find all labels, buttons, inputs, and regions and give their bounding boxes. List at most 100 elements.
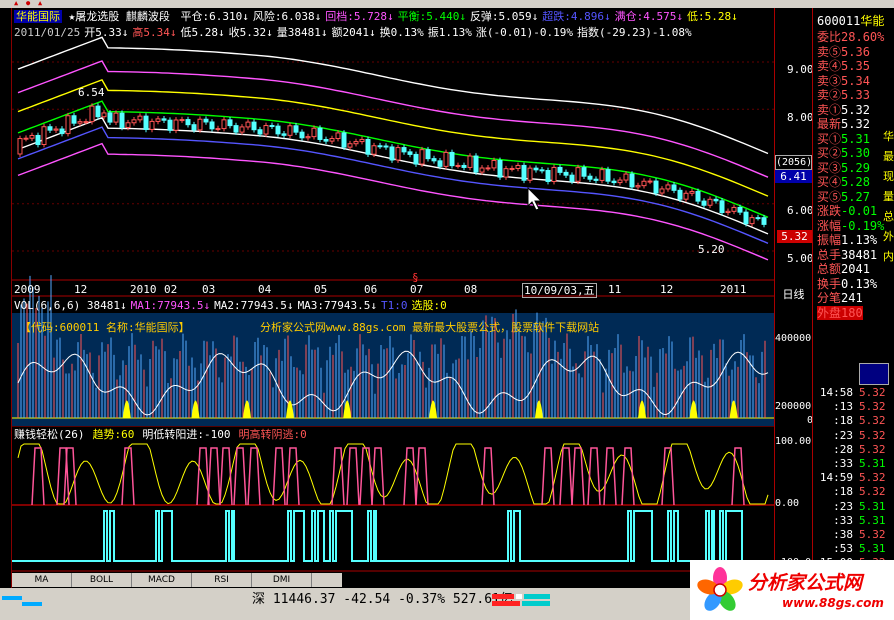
quote-row[interactable]: 换手0.13%: [817, 277, 877, 291]
tab-macd[interactable]: MACD: [132, 573, 192, 587]
quote-value: 180: [841, 305, 863, 320]
tick-row: :28 5.32: [815, 442, 885, 457]
mouse-cursor-icon: [527, 186, 543, 211]
quote-row[interactable]: 卖②5.33: [817, 88, 870, 102]
candle-body: [467, 155, 473, 168]
osc-signal-spike: [31, 447, 45, 506]
volume-legend-item: VOL(6,6,6) 38481↓: [14, 299, 127, 312]
quote-value: 5.33: [841, 88, 870, 102]
time-axis-label: 11: [608, 283, 622, 296]
current-price-tag: 5.32: [777, 230, 812, 243]
quote-row[interactable]: 总手38481: [817, 248, 877, 262]
price-axis: 9.008.006.005.007.00 (2056) 6.41 5.32 日线…: [774, 8, 817, 573]
band-line: [17, 116, 769, 235]
quote-row[interactable]: 最新5.32: [817, 117, 870, 131]
index-summary[interactable]: 深 11446.37 -42.54 -0.37% 527.61亿: [252, 592, 513, 608]
quote-row[interactable]: 买①5.31: [817, 132, 870, 146]
site-logo: 分析家公式网 www.88gs.com: [690, 560, 894, 620]
quote-label: 卖④: [817, 59, 842, 73]
candle-body: [197, 118, 203, 131]
quote-stat: 低5.28↓: [180, 26, 225, 39]
stock-name[interactable]: 华能国际: [14, 10, 62, 23]
index-value: 11446.37: [272, 592, 336, 607]
candle-body: [689, 191, 695, 194]
candle-body: [671, 184, 677, 191]
indicator-tabs: MA BOLL MACD RSI DMI: [12, 573, 342, 587]
volume-info-left: 【代码:600011 名称:华能国际】: [20, 321, 190, 334]
quote-row[interactable]: 涨幅-0.19%: [817, 219, 884, 233]
volume-legend-item: MA1:77943.5↓: [130, 299, 211, 312]
quote-stat: 振1.13%: [427, 26, 472, 39]
alert-icon[interactable]: ●: [26, 0, 36, 7]
indicator-stat: 平仓:6.310↓: [180, 10, 249, 23]
index-pct: -0.37%: [398, 592, 446, 607]
time-axis-label: 08: [464, 283, 478, 296]
candle-body: [401, 147, 407, 153]
candle-body: [509, 167, 515, 170]
quote-row[interactable]: 涨跌-0.01: [817, 204, 877, 218]
quote-side-char: 量: [883, 190, 894, 203]
osc-signal-spike: [121, 447, 135, 506]
candle-body: [515, 164, 521, 169]
alert-icon[interactable]: ▲: [38, 0, 48, 7]
candle-body: [185, 119, 191, 126]
quote-row[interactable]: 分笔241: [817, 291, 863, 305]
highlight-box: (2056): [775, 155, 813, 170]
osc-legend-item: 明高转阴逃:0: [238, 428, 307, 441]
trend-thumb-icon: [859, 363, 889, 385]
candle-body: [215, 128, 221, 131]
quote-stat: 开5.33↓: [84, 26, 129, 39]
indicator-stats: 平仓:6.310↓ 风险:6.038↓ 回档:5.728↓ 平衡:5.440↓ 反弹:5…: [177, 10, 738, 23]
tab-rsi[interactable]: RSI: [192, 573, 252, 587]
candle-body: [497, 159, 503, 178]
candle-body: [551, 166, 557, 182]
quote-label: 委比: [817, 30, 842, 44]
candle-body: [161, 118, 167, 121]
quote-row[interactable]: 卖③5.34: [817, 74, 870, 88]
time-axis-label: 06: [364, 283, 378, 296]
quote-row[interactable]: 卖⑤5.36: [817, 45, 870, 59]
candle-body: [737, 206, 743, 213]
tick-time: :28: [833, 442, 853, 456]
candle-body: [107, 112, 113, 123]
alert-icon[interactable]: ▲: [14, 0, 24, 7]
time-axis-label: 2010: [130, 283, 157, 296]
indicator-name[interactable]: ★屠龙选股: [69, 10, 120, 23]
cycle-label[interactable]: 日线: [775, 288, 812, 301]
quote-label: 卖②: [817, 88, 842, 102]
tick-row: :23 5.31: [815, 500, 885, 514]
left-border: [0, 8, 12, 588]
quote-row[interactable]: 振幅1.13%: [817, 233, 877, 247]
quote-side-char: 最: [883, 150, 894, 163]
quote-value: 2041: [841, 262, 870, 276]
candle-body: [731, 206, 737, 212]
candle-body: [257, 129, 263, 135]
osc-signal-spike: [346, 447, 360, 506]
quote-row[interactable]: 卖①5.32: [817, 103, 870, 117]
candle-body: [443, 151, 449, 167]
time-axis-label: 07: [410, 283, 424, 296]
tab-dmi[interactable]: DMI: [252, 573, 312, 587]
volume-legend-item: MA2:77943.5↓: [214, 299, 294, 312]
quote-label: 振幅: [817, 233, 842, 247]
quote-row[interactable]: 卖④5.35: [817, 59, 870, 73]
candle-body: [251, 121, 257, 131]
quote-row[interactable]: 买④5.28: [817, 175, 870, 189]
quote-row[interactable]: 买③5.29: [817, 161, 870, 175]
tab-boll[interactable]: BOLL: [72, 573, 132, 587]
candle-body: [461, 164, 467, 168]
quote-value: 5.32: [841, 117, 870, 131]
quote-row[interactable]: 买⑤5.27: [817, 190, 870, 204]
candle-body: [695, 191, 701, 202]
candle-body: [179, 119, 185, 122]
quote-row[interactable]: 买②5.30: [817, 146, 870, 160]
tick-price: 5.31: [859, 542, 886, 556]
chart-area[interactable]: 华能国际 ★屠龙选股 麒麟波段 平仓:6.310↓ 风险:6.038↓ 回档:5.7…: [12, 8, 774, 573]
quote-stat: 收5.32↓: [228, 26, 273, 39]
quote-row[interactable]: 总额2041: [817, 262, 870, 276]
quote-row[interactable]: 委比28.60%: [817, 30, 884, 44]
low-annotation: 5.20: [698, 243, 725, 256]
tick-row: :33 5.31: [815, 514, 885, 528]
tab-ma[interactable]: MA: [12, 573, 72, 587]
quote-row[interactable]: 外盘180: [817, 305, 863, 320]
